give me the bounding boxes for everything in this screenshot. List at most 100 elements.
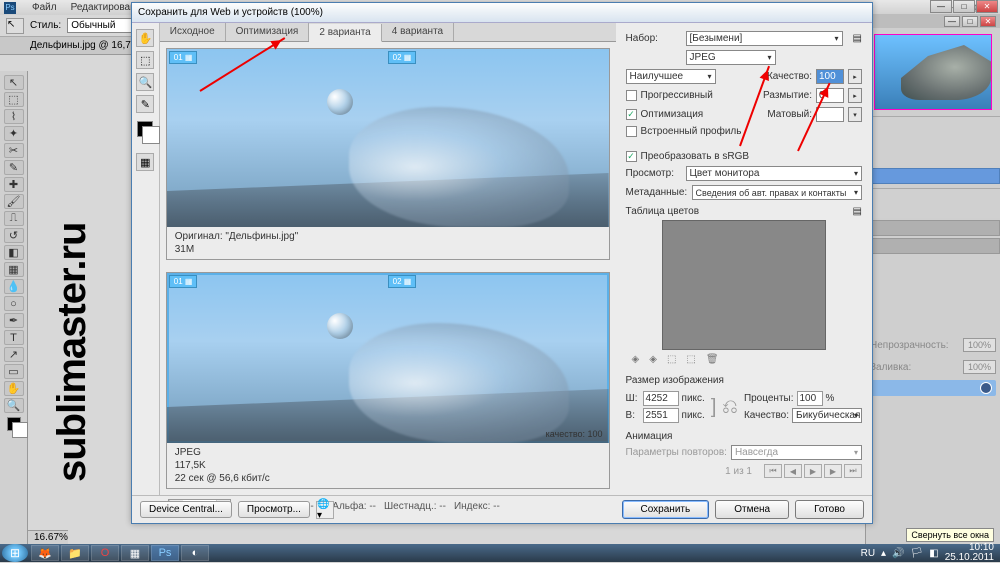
preview-button[interactable]: Просмотр... bbox=[238, 501, 310, 518]
fill-value[interactable]: 100% bbox=[963, 360, 996, 374]
path-tool-icon[interactable]: ↗ bbox=[4, 347, 24, 362]
browser-icon[interactable]: 🌐▾ bbox=[316, 501, 334, 519]
matte-swatch[interactable] bbox=[816, 107, 844, 122]
width-input[interactable]: 4252 bbox=[643, 391, 679, 406]
height-input[interactable]: 2551 bbox=[643, 408, 679, 423]
start-button[interactable]: ⊞ bbox=[2, 544, 28, 562]
preview-image-original[interactable]: 01 ▦ 02 ▦ bbox=[167, 49, 609, 227]
panel-close-button[interactable]: ✕ bbox=[980, 16, 996, 27]
menu-file[interactable]: Файл bbox=[32, 2, 57, 13]
ct-icon-2[interactable]: ◈ bbox=[649, 354, 657, 365]
quality-preset-select[interactable]: Наилучшее bbox=[626, 69, 716, 84]
panel-min-button[interactable]: — bbox=[944, 16, 960, 27]
type-tool-icon[interactable]: T bbox=[4, 330, 24, 345]
save-button[interactable]: Сохранить bbox=[622, 500, 710, 519]
dodge-tool-icon[interactable]: ○ bbox=[4, 296, 24, 311]
preview-image-optimized[interactable]: 01 ▦ 02 ▦ качество: 100 bbox=[167, 273, 609, 443]
wand-tool-icon[interactable]: ✦ bbox=[4, 126, 24, 141]
eraser-tool-icon[interactable]: ◧ bbox=[4, 245, 24, 260]
dialog-titlebar[interactable]: Сохранить для Web и устройств (100%) bbox=[132, 3, 872, 23]
opacity-label: Непрозрачность: bbox=[870, 340, 949, 351]
lasso-tool-icon[interactable]: ⌇ bbox=[4, 109, 24, 124]
marquee-tool-icon[interactable]: ⬚ bbox=[4, 92, 24, 107]
zoom-tool-icon[interactable]: 🔍 bbox=[136, 73, 154, 91]
tab-4up[interactable]: 4 варианта bbox=[382, 23, 454, 41]
task-explorer-icon[interactable]: 📁 bbox=[61, 545, 89, 561]
slice-tool-icon[interactable]: ⬚ bbox=[136, 51, 154, 69]
tray-up-icon[interactable]: ▴ bbox=[881, 548, 886, 559]
task-opera-icon[interactable]: O bbox=[91, 545, 119, 561]
tab-original[interactable]: Исходное bbox=[160, 23, 226, 41]
blur-tool-icon[interactable]: 💧 bbox=[4, 279, 24, 294]
tray-flag-icon[interactable]: 🏳 bbox=[911, 548, 924, 559]
slice-label-01: 01 ▦ bbox=[169, 51, 198, 64]
link-icon[interactable]: ] ⎌ bbox=[711, 399, 738, 415]
heal-tool-icon[interactable]: ✚ bbox=[4, 177, 24, 192]
embed-profile-checkbox[interactable] bbox=[626, 126, 637, 137]
stamp-tool-icon[interactable]: ⎍ bbox=[4, 211, 24, 226]
minimize-button[interactable]: — bbox=[930, 0, 952, 13]
brush-tool-icon[interactable]: 🖌 bbox=[4, 194, 24, 209]
srgb-checkbox[interactable]: ✓ bbox=[626, 151, 637, 162]
info-size2: 117,5K bbox=[175, 459, 601, 472]
move-tool-icon[interactable]: ↖ bbox=[4, 75, 24, 90]
ct-icon-3[interactable]: ⬚ bbox=[667, 354, 676, 365]
navigator-thumbnail[interactable] bbox=[874, 34, 992, 110]
task-app-icon[interactable]: ◐ bbox=[181, 545, 209, 561]
crop-tool-icon[interactable]: ✂ bbox=[4, 143, 24, 158]
quality-stepper[interactable]: ▸ bbox=[848, 69, 862, 84]
close-button[interactable]: ✕ bbox=[976, 0, 998, 13]
layer-row-gray-1[interactable] bbox=[866, 220, 1000, 236]
hand-tool-icon[interactable]: ✋ bbox=[136, 29, 154, 47]
color-table-title: Таблица цветов bbox=[626, 206, 700, 217]
done-button[interactable]: Готово bbox=[795, 500, 864, 519]
menu-icon[interactable]: ▤ bbox=[853, 33, 862, 44]
task-generic-icon[interactable]: ▦ bbox=[121, 545, 149, 561]
color-swatch[interactable] bbox=[7, 417, 21, 431]
panel-max-button[interactable]: □ bbox=[962, 16, 978, 27]
progressive-checkbox[interactable] bbox=[626, 90, 637, 101]
layers-opacity-area: Непрозрачность: 100% Заливка: 100% bbox=[866, 334, 1000, 396]
percent-input[interactable]: 100 bbox=[797, 391, 823, 406]
toggle-slice-icon[interactable]: ▦ bbox=[136, 153, 154, 171]
matte-dropdown[interactable]: ▾ bbox=[848, 107, 862, 122]
meta-select[interactable]: Сведения об авт. правах и контакты bbox=[692, 185, 862, 200]
device-central-button[interactable]: Device Central... bbox=[140, 501, 232, 518]
tab-2up[interactable]: 2 варианта bbox=[309, 24, 381, 42]
color-table-menu-icon[interactable]: ▤ bbox=[853, 206, 862, 217]
tray-app-icon[interactable]: ◧ bbox=[929, 548, 938, 559]
view-select[interactable]: Цвет монитора bbox=[686, 166, 862, 181]
task-photoshop-icon[interactable]: Ps bbox=[151, 545, 179, 561]
opacity-value[interactable]: 100% bbox=[963, 338, 996, 352]
preset-select[interactable]: [Безымени] bbox=[686, 31, 843, 46]
ct-icon-1[interactable]: ◈ bbox=[632, 354, 640, 365]
hand-tool-icon[interactable]: ✋ bbox=[4, 381, 24, 396]
ct-icon-5[interactable]: 🗑 bbox=[706, 354, 719, 365]
task-firefox-icon[interactable]: 🦊 bbox=[31, 545, 59, 561]
eyedropper-tool-icon[interactable]: ✎ bbox=[136, 95, 154, 113]
document-tab-label: Дельфины.jpg @ 16,7... bbox=[30, 40, 139, 51]
layer-row-blue[interactable] bbox=[866, 168, 1000, 184]
zoom-tool-icon[interactable]: 🔍 bbox=[4, 398, 24, 413]
format-select[interactable]: JPEG bbox=[686, 50, 776, 65]
layer-bar[interactable] bbox=[870, 380, 996, 396]
shape-tool-icon[interactable]: ▭ bbox=[4, 364, 24, 379]
optimized-checkbox[interactable]: ✓ bbox=[626, 109, 637, 120]
resample-select[interactable]: Бикубическая bbox=[792, 408, 862, 423]
tab-optimized[interactable]: Оптимизация bbox=[226, 23, 310, 41]
layer-row-gray-2[interactable] bbox=[866, 238, 1000, 254]
pen-tool-icon[interactable]: ✒ bbox=[4, 313, 24, 328]
slice-label-02: 02 ▦ bbox=[388, 51, 417, 64]
tray-volume-icon[interactable]: 🔊 bbox=[892, 548, 904, 559]
ct-icon-4[interactable]: ⬚ bbox=[686, 354, 695, 365]
preview-area: Исходное Оптимизация 2 варианта 4 вариан… bbox=[160, 23, 616, 495]
tray-lang[interactable]: RU bbox=[861, 548, 875, 559]
eyedropper-tool-icon[interactable]: ✎ bbox=[4, 160, 24, 175]
color-table[interactable] bbox=[662, 220, 826, 350]
gradient-tool-icon[interactable]: ▦ bbox=[4, 262, 24, 277]
maximize-button[interactable]: □ bbox=[953, 0, 975, 13]
cancel-button[interactable]: Отмена bbox=[715, 500, 789, 519]
swatch-icon[interactable] bbox=[137, 121, 153, 137]
history-brush-tool-icon[interactable]: ↺ bbox=[4, 228, 24, 243]
blur-stepper[interactable]: ▸ bbox=[848, 88, 862, 103]
